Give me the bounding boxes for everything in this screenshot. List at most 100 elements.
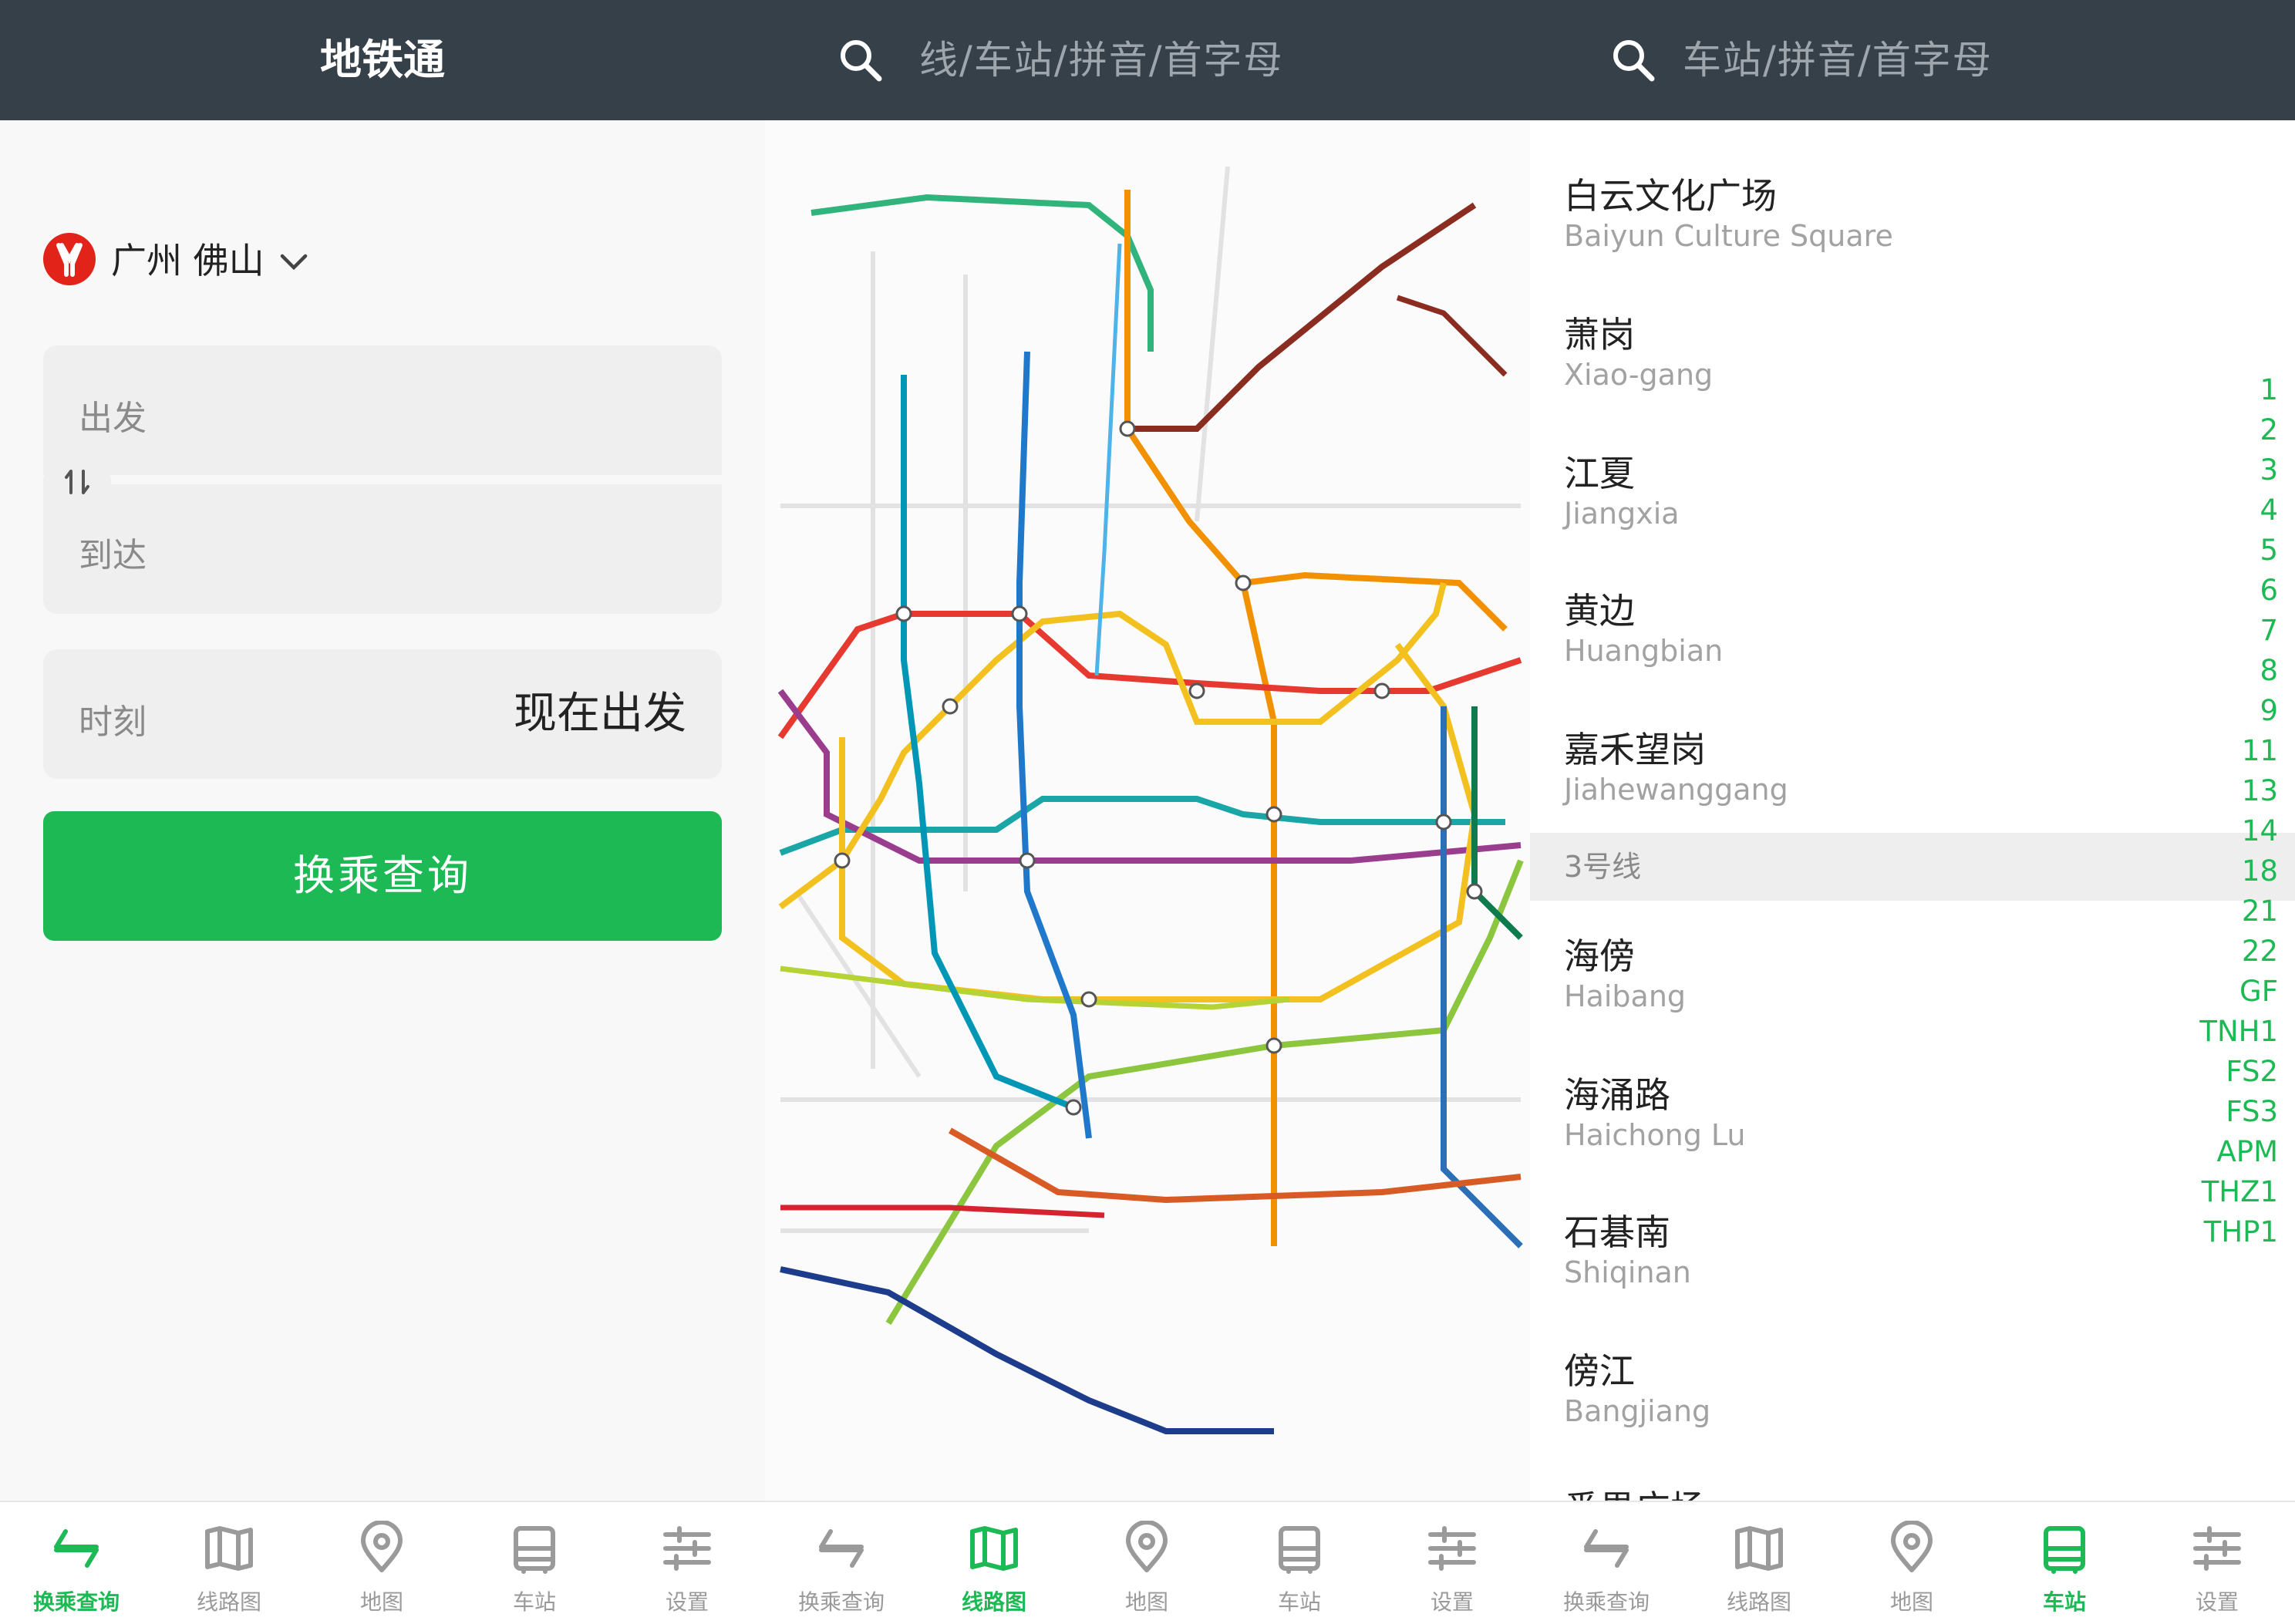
station-item[interactable]: 白云文化广场 Baiyun Culture Square bbox=[1564, 168, 2196, 307]
station-item[interactable]: 萧岗 Xiao-gang bbox=[1564, 307, 2196, 446]
destination-field[interactable]: 到达 bbox=[79, 527, 147, 577]
station-name-cn: 石碁南 bbox=[1564, 1211, 1670, 1253]
line-index-item[interactable]: FS2 bbox=[2193, 1052, 2278, 1092]
station-name-en: Jiangxia bbox=[1564, 497, 1680, 531]
nav-label: 线路图 bbox=[961, 1589, 1026, 1615]
nav-item-geo[interactable]: 地图 bbox=[305, 1502, 458, 1624]
nav-label: 换乘查询 bbox=[1562, 1589, 1650, 1615]
station-sign-icon bbox=[514, 1526, 555, 1574]
line-index-item[interactable]: 18 bbox=[2193, 851, 2278, 891]
swap-arrows-icon bbox=[65, 470, 89, 494]
line-index-item[interactable]: APM bbox=[2193, 1132, 2278, 1172]
station-name-cn: 嘉禾望岗 bbox=[1564, 729, 1706, 770]
line-index-item[interactable]: 2 bbox=[2193, 410, 2278, 450]
nav-label: 设置 bbox=[665, 1589, 709, 1615]
line-index-item[interactable]: 3 bbox=[2193, 450, 2278, 490]
nav-label: 线路图 bbox=[196, 1589, 261, 1615]
line-search-box[interactable]: 线/车站/拼音/首字母 bbox=[765, 0, 1530, 120]
line-index-item[interactable]: 22 bbox=[2193, 932, 2278, 972]
metro-map-panel: 线/车站/拼音/首字母 换乘查询 线路图 地图 车站 设置 bbox=[765, 0, 1530, 1624]
chevron-down-icon bbox=[280, 254, 308, 271]
station-name-en: Baiyun Culture Square bbox=[1564, 219, 1893, 253]
time-card[interactable]: 时刻 现在出发 bbox=[43, 649, 722, 779]
station-item[interactable]: 石碁南 Shiqinan bbox=[1564, 1205, 2196, 1343]
nav-item-map[interactable]: 线路图 bbox=[918, 1502, 1070, 1624]
line-index-item[interactable]: 21 bbox=[2193, 891, 2278, 932]
nav-item-map[interactable]: 线路图 bbox=[1683, 1502, 1835, 1624]
line-section-header: 3号线 bbox=[1530, 833, 2295, 901]
station-name-en: Xiao-gang bbox=[1564, 358, 1714, 392]
nav-label: 设置 bbox=[1430, 1589, 1474, 1615]
nav-label: 车站 bbox=[2042, 1589, 2086, 1615]
nav-label: 线路图 bbox=[1726, 1589, 1791, 1615]
map-book-icon bbox=[1735, 1526, 1783, 1571]
line-index-item[interactable]: THP1 bbox=[2193, 1212, 2278, 1252]
station-search-box[interactable]: 车站/拼音/首字母 bbox=[1530, 0, 2295, 120]
map-book-icon bbox=[205, 1526, 253, 1571]
nav-item-geo[interactable]: 地图 bbox=[1835, 1502, 1988, 1624]
nav-item-route[interactable]: 换乘查询 bbox=[0, 1502, 153, 1624]
line-index-item[interactable]: 13 bbox=[2193, 771, 2278, 811]
bottom-nav: 换乘查询 线路图 地图 车站 设置 bbox=[765, 1501, 1530, 1624]
line-index-item[interactable]: FS3 bbox=[2193, 1092, 2278, 1132]
field-divider bbox=[43, 475, 722, 484]
station-item[interactable]: 黄边 Huangbian bbox=[1564, 583, 2196, 722]
metro-map[interactable] bbox=[765, 120, 1530, 1501]
search-icon bbox=[1613, 40, 1655, 82]
location-pin-icon bbox=[1126, 1521, 1168, 1572]
guangzhou-metro-logo-icon bbox=[43, 233, 96, 285]
station-item[interactable]: 海傍 Haibang bbox=[1564, 928, 2196, 1067]
line-index-bar[interactable]: 1 2 3 4 5 6 7 8 9 11 13 14 18 21 22 GF TNH1 FS2 FS3 APM THZ1… bbox=[2193, 370, 2278, 1252]
time-value: 现在出发 bbox=[514, 689, 686, 739]
line-index-item[interactable]: 4 bbox=[2193, 490, 2278, 531]
nav-item-settings[interactable]: 设置 bbox=[2141, 1502, 2293, 1624]
line-index-item[interactable]: THZ1 bbox=[2193, 1172, 2278, 1212]
origin-field[interactable]: 出发 bbox=[79, 390, 147, 440]
nav-item-settings[interactable]: 设置 bbox=[1376, 1502, 1528, 1624]
nav-label: 地图 bbox=[1889, 1589, 1933, 1615]
map-header: 线/车站/拼音/首字母 bbox=[765, 0, 1530, 120]
swap-button[interactable] bbox=[43, 458, 111, 506]
nav-item-settings[interactable]: 设置 bbox=[611, 1502, 763, 1624]
line-index-item[interactable]: 6 bbox=[2193, 571, 2278, 611]
station-sign-icon bbox=[2044, 1526, 2085, 1574]
line-index-item[interactable]: 7 bbox=[2193, 611, 2278, 651]
nav-item-station[interactable]: 车站 bbox=[1988, 1502, 2141, 1624]
station-name-en: Shiqinan bbox=[1564, 1255, 1691, 1289]
line-search-placeholder: 线/车站/拼音/首字母 bbox=[919, 38, 1284, 83]
line-index-item[interactable]: TNH1 bbox=[2193, 1012, 2278, 1052]
line-index-item[interactable]: 8 bbox=[2193, 651, 2278, 691]
line-index-item[interactable]: 5 bbox=[2193, 531, 2278, 571]
line-index-item[interactable]: GF bbox=[2193, 972, 2278, 1012]
nav-item-station[interactable]: 车站 bbox=[1223, 1502, 1376, 1624]
line-index-item[interactable]: 11 bbox=[2193, 731, 2278, 771]
station-sign-icon bbox=[1279, 1526, 1320, 1574]
station-item[interactable]: 江夏 Jiangxia bbox=[1564, 446, 2196, 585]
app-header: 地铁通 bbox=[0, 0, 765, 120]
station-search-placeholder: 车站/拼音/首字母 bbox=[1683, 38, 1993, 83]
nav-item-route[interactable]: 换乘查询 bbox=[765, 1502, 918, 1624]
station-name-cn: 萧岗 bbox=[1564, 314, 1635, 355]
nav-label: 设置 bbox=[2195, 1589, 2239, 1615]
nav-item-geo[interactable]: 地图 bbox=[1070, 1502, 1223, 1624]
station-item[interactable]: 海涌路 Haichong Lu bbox=[1564, 1067, 2196, 1206]
query-button[interactable]: 换乘查询 bbox=[43, 811, 722, 941]
station-name-cn: 黄边 bbox=[1564, 590, 1635, 632]
station-list-panel: 车站/拼音/首字母 白云文化广场 Baiyun Culture Square 萧… bbox=[1530, 0, 2295, 1624]
transfer-icon bbox=[54, 1529, 99, 1568]
settings-sliders-icon bbox=[1428, 1526, 1476, 1571]
station-name-en: Bangjiang bbox=[1564, 1394, 1711, 1428]
app-title: 地铁通 bbox=[320, 35, 445, 84]
station-item[interactable]: 傍江 Bangjiang bbox=[1564, 1343, 2196, 1482]
line-index-item[interactable]: 1 bbox=[2193, 370, 2278, 410]
bottom-nav: 换乘查询 线路图 地图 车站 设置 bbox=[1530, 1501, 2295, 1624]
nav-label: 换乘查询 bbox=[797, 1589, 885, 1615]
line-index-item[interactable]: 9 bbox=[2193, 691, 2278, 731]
nav-item-map[interactable]: 线路图 bbox=[153, 1502, 305, 1624]
nav-item-route[interactable]: 换乘查询 bbox=[1530, 1502, 1683, 1624]
station-name-cn: 海傍 bbox=[1564, 935, 1635, 977]
station-name-cn: 白云文化广场 bbox=[1564, 175, 1777, 217]
nav-item-station[interactable]: 车站 bbox=[458, 1502, 611, 1624]
line-index-item[interactable]: 14 bbox=[2193, 811, 2278, 851]
station-name-cn: 江夏 bbox=[1564, 453, 1635, 494]
